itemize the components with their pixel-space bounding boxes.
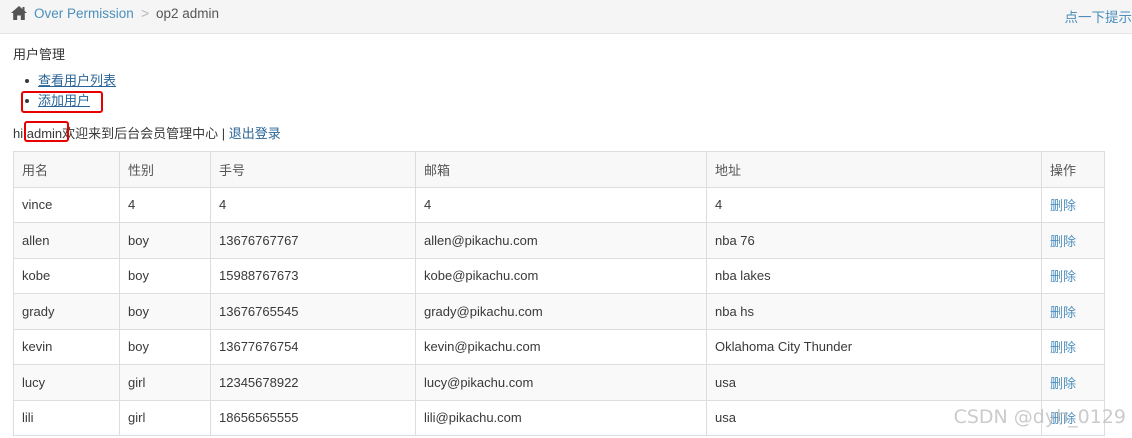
cell-address: 4 xyxy=(706,186,1042,223)
delete-link[interactable]: 删除 xyxy=(1050,269,1076,284)
table-row: lucy girl 12345678922 lucy@pikachu.com u… xyxy=(13,364,1105,401)
header-phone: 手号 xyxy=(210,151,416,188)
view-user-list-link[interactable]: 查看用户列表 xyxy=(38,73,116,88)
table-row: kobe boy 15988767673 kobe@pikachu.com nb… xyxy=(13,257,1105,294)
table-row: vince 4 4 4 4 删除 xyxy=(13,186,1105,223)
cell-phone: 4 xyxy=(210,186,416,223)
cell-phone: 13676765545 xyxy=(210,293,416,330)
cell-action: 删除 xyxy=(1041,257,1105,294)
cell-email: lucy@pikachu.com xyxy=(415,364,707,401)
delete-link[interactable]: 删除 xyxy=(1050,376,1076,391)
cell-gender: boy xyxy=(119,222,211,259)
cell-action: 删除 xyxy=(1041,186,1105,223)
cell-email: kevin@pikachu.com xyxy=(415,328,707,365)
cell-address: nba lakes xyxy=(706,257,1042,294)
header-address: 地址 xyxy=(706,151,1042,188)
cell-action: 删除 xyxy=(1041,399,1105,436)
cell-username: vince xyxy=(13,186,120,223)
cell-phone: 15988767673 xyxy=(210,257,416,294)
highlight-box-add-user xyxy=(21,91,103,113)
cell-address: nba hs xyxy=(706,293,1042,330)
cell-email: grady@pikachu.com xyxy=(415,293,707,330)
menu-item-user-list: 查看用户列表 xyxy=(25,72,116,92)
cell-phone: 18656565555 xyxy=(210,399,416,436)
header-action: 操作 xyxy=(1041,151,1105,188)
table-row: kevin boy 13677676754 kevin@pikachu.com … xyxy=(13,328,1105,365)
cell-gender: boy xyxy=(119,293,211,330)
cell-gender: boy xyxy=(119,257,211,294)
cell-username: kevin xyxy=(13,328,120,365)
cell-username: allen xyxy=(13,222,120,259)
cell-username: lili xyxy=(13,399,120,436)
cell-email: kobe@pikachu.com xyxy=(415,257,707,294)
tip-link[interactable]: 点一下提示 xyxy=(1065,6,1132,26)
cell-gender: boy xyxy=(119,328,211,365)
cell-address: usa xyxy=(706,399,1042,436)
cell-username: lucy xyxy=(13,364,120,401)
greeting-text: 欢迎来到后台会员管理中心 | xyxy=(62,126,229,141)
table-row: lili girl 18656565555 lili@pikachu.com u… xyxy=(13,399,1105,436)
delete-link[interactable]: 删除 xyxy=(1050,305,1076,320)
cell-address: usa xyxy=(706,364,1042,401)
user-table: 用名 性别 手号 邮箱 地址 操作 vince 4 4 4 4 删除 allen… xyxy=(13,151,1105,436)
home-icon[interactable] xyxy=(10,5,28,21)
cell-username: grady xyxy=(13,293,120,330)
cell-username: kobe xyxy=(13,257,120,294)
breadcrumb-bar: Over Permission > op2 admin 点一下提示 xyxy=(0,0,1132,34)
table-row: allen boy 13676767767 allen@pikachu.com … xyxy=(13,222,1105,259)
cell-email: lili@pikachu.com xyxy=(415,399,707,436)
cell-address: Oklahoma City Thunder xyxy=(706,328,1042,365)
cell-action: 删除 xyxy=(1041,222,1105,259)
cell-gender: 4 xyxy=(119,186,211,223)
cell-gender: girl xyxy=(119,364,211,401)
breadcrumb-separator: > xyxy=(141,5,150,21)
delete-link[interactable]: 删除 xyxy=(1050,234,1076,249)
cell-email: 4 xyxy=(415,186,707,223)
breadcrumb-link-over-permission[interactable]: Over Permission xyxy=(34,6,134,21)
cell-phone: 12345678922 xyxy=(210,364,416,401)
cell-gender: girl xyxy=(119,399,211,436)
cell-action: 删除 xyxy=(1041,293,1105,330)
section-title: 用户管理 xyxy=(13,47,66,62)
table-header-row: 用名 性别 手号 邮箱 地址 操作 xyxy=(13,151,1105,188)
header-username: 用名 xyxy=(13,151,120,188)
breadcrumb-current: op2 admin xyxy=(156,6,220,21)
header-gender: 性别 xyxy=(119,151,211,188)
delete-link[interactable]: 删除 xyxy=(1050,340,1076,355)
cell-phone: 13676767767 xyxy=(210,222,416,259)
cell-phone: 13677676754 xyxy=(210,328,416,365)
delete-link[interactable]: 删除 xyxy=(1050,411,1076,426)
table-row: grady boy 13676765545 grady@pikachu.com … xyxy=(13,293,1105,330)
highlight-box-username xyxy=(24,121,69,142)
delete-link[interactable]: 删除 xyxy=(1050,198,1076,213)
cell-address: nba 76 xyxy=(706,222,1042,259)
cell-email: allen@pikachu.com xyxy=(415,222,707,259)
logout-link[interactable]: 退出登录 xyxy=(229,126,281,141)
header-email: 邮箱 xyxy=(415,151,707,188)
cell-action: 删除 xyxy=(1041,364,1105,401)
cell-action: 删除 xyxy=(1041,328,1105,365)
